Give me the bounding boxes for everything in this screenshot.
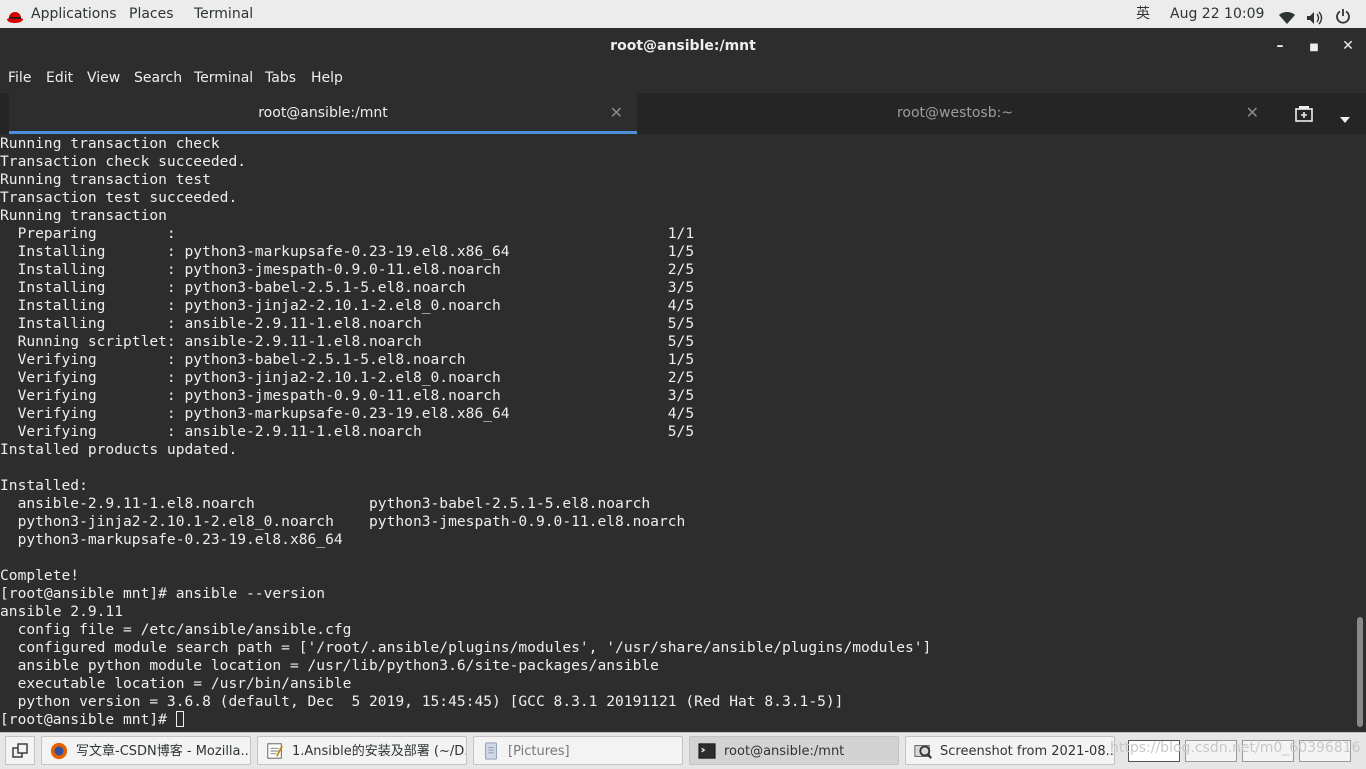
terminal-output[interactable]: Running transaction check Transaction che…	[0, 134, 1352, 731]
terminal-prompt-line[interactable]: [root@ansible mnt]#	[0, 711, 1352, 729]
tab-menu-button[interactable]	[1339, 109, 1351, 128]
window-title: root@ansible:/mnt	[610, 38, 756, 54]
power-icon[interactable]	[1335, 6, 1351, 24]
terminal-icon	[698, 743, 716, 759]
wifi-icon[interactable]	[1278, 7, 1296, 24]
terminal-line: Verifying : python3-markupsafe-0.23-19.e…	[0, 405, 695, 422]
terminal-line: Installing : python3-markupsafe-0.23-19.…	[0, 243, 695, 260]
terminal-line: python3-markupsafe-0.23-19.el8.x86_64	[0, 531, 343, 548]
taskbar-item-label: Screenshot from 2021-08...	[940, 744, 1115, 759]
close-window-button[interactable]: ✕	[1333, 28, 1363, 64]
terminal-line: Installing : ansible-2.9.11-1.el8.noarch…	[0, 315, 695, 332]
top-panel: Applications Places Terminal 英 Aug 22 10…	[0, 0, 1366, 28]
file-manager-icon	[485, 742, 497, 760]
terminal-line: Verifying : python3-jinja2-2.10.1-2.el8_…	[0, 369, 695, 386]
terminal-line: ansible 2.9.11	[0, 603, 124, 620]
minimize-icon: –	[1276, 38, 1284, 54]
terminal-line: Preparing : 1/1	[0, 225, 695, 242]
image-viewer-icon	[914, 745, 932, 759]
terminal-line: Installing : python3-babel-2.5.1-5.el8.n…	[0, 279, 695, 296]
text-cursor	[175, 711, 184, 727]
taskbar-item-screenshot[interactable]: Screenshot from 2021-08...	[905, 736, 1115, 765]
terminal-line: Running transaction	[0, 207, 167, 224]
terminal-line: Installing : python3-jmespath-0.9.0-11.e…	[0, 261, 695, 278]
terminal-line: executable location = /usr/bin/ansible	[0, 675, 352, 692]
close-icon: ✕	[1342, 38, 1354, 54]
terminal-line: ansible python module location = /usr/li…	[0, 657, 659, 674]
terminal-line: Installed:	[0, 477, 88, 494]
taskbar-item-label: [Pictures]	[508, 744, 570, 759]
terminal-line: Running scriptlet: ansible-2.9.11-1.el8.…	[0, 333, 695, 350]
terminal-line: Installing : python3-jinja2-2.10.1-2.el8…	[0, 297, 695, 314]
show-desktop-button[interactable]	[5, 736, 35, 765]
menu-tabs[interactable]: Tabs	[265, 64, 296, 93]
terminal-line: [root@ansible mnt]# ansible --version	[0, 585, 326, 602]
terminal-line: Transaction test succeeded.	[0, 189, 238, 206]
terminal-line: Transaction check succeeded.	[0, 153, 247, 170]
terminal-line: python version = 3.6.8 (default, Dec 5 2…	[0, 693, 844, 710]
terminal-line: Running transaction check	[0, 135, 220, 152]
taskbar-item-files[interactable]: [Pictures]	[473, 736, 683, 765]
menu-help[interactable]: Help	[311, 64, 343, 93]
shell-prompt: [root@ansible mnt]#	[0, 711, 176, 728]
new-tab-icon	[1295, 106, 1313, 122]
terminal-line: config file = /etc/ansible/ansible.cfg	[0, 621, 352, 638]
terminal-scrollbar[interactable]	[1352, 134, 1366, 730]
taskbar-item-terminal[interactable]: root@ansible:/mnt	[689, 736, 899, 765]
terminal-line: Verifying : python3-babel-2.5.1-5.el8.no…	[0, 351, 695, 368]
terminal-line: Verifying : ansible-2.9.11-1.el8.noarch …	[0, 423, 695, 440]
tab-label: root@ansible:/mnt	[258, 105, 388, 121]
minimize-button[interactable]: –	[1265, 28, 1295, 64]
tab-westosb[interactable]: root@westosb:~ ✕	[637, 93, 1273, 134]
applications-menu[interactable]: Applications	[31, 0, 117, 28]
menu-bar: File Edit View Search Terminal Tabs Help	[0, 64, 1366, 93]
chevron-down-icon	[1340, 117, 1350, 123]
terminal-line: Complete!	[0, 567, 80, 584]
new-tab-button[interactable]	[1295, 105, 1315, 127]
places-menu[interactable]: Places	[129, 0, 174, 28]
tab-label: root@westosb:~	[896, 105, 1014, 121]
maximize-icon: ■	[1309, 42, 1319, 53]
taskbar-item-firefox[interactable]: 写文章-CSDN博客 - Mozilla...	[41, 736, 251, 765]
input-method-indicator[interactable]: 英	[1136, 0, 1150, 28]
scrollbar-thumb[interactable]	[1357, 617, 1363, 727]
terminal-line: ansible-2.9.11-1.el8.noarch python3-babe…	[0, 495, 651, 512]
terminal-app-menu[interactable]: Terminal	[194, 0, 253, 28]
menu-terminal[interactable]: Terminal	[194, 64, 253, 93]
volume-icon[interactable]	[1306, 7, 1324, 25]
terminal-line: python3-jinja2-2.10.1-2.el8_0.noarch pyt…	[0, 513, 686, 530]
taskbar-item-label: 写文章-CSDN博客 - Mozilla...	[76, 744, 251, 759]
menu-edit[interactable]: Edit	[46, 64, 73, 93]
show-desktop-icon	[12, 743, 28, 758]
redhat-logo-icon	[6, 6, 24, 23]
terminal-line: configured module search path = ['/root/…	[0, 639, 932, 656]
terminal-line: Installed products updated.	[0, 441, 238, 458]
close-tab-icon[interactable]: ✕	[1246, 93, 1259, 133]
firefox-icon	[50, 742, 68, 760]
terminal-line: Verifying : python3-jmespath-0.9.0-11.el…	[0, 387, 695, 404]
menu-view[interactable]: View	[87, 64, 120, 93]
terminal-line: Running transaction test	[0, 171, 211, 188]
close-tab-icon[interactable]: ✕	[610, 93, 623, 133]
taskbar-item-label: root@ansible:/mnt	[724, 744, 845, 759]
tab-bar: root@ansible:/mnt ✕ root@westosb:~ ✕	[0, 93, 1366, 134]
menu-file[interactable]: File	[8, 64, 31, 93]
window-titlebar[interactable]: root@ansible:/mnt – ■ ✕	[0, 28, 1366, 64]
taskbar-item-editor[interactable]: 1.Ansible的安装及部署 (~/D...	[257, 736, 467, 765]
maximize-button[interactable]: ■	[1299, 28, 1329, 64]
text-editor-icon	[267, 743, 284, 759]
menu-search[interactable]: Search	[134, 64, 182, 93]
taskbar-item-label: 1.Ansible的安装及部署 (~/D...	[292, 744, 467, 759]
clock[interactable]: Aug 22 10:09	[1170, 0, 1264, 28]
watermark: https://blog.csdn.net/m0_60396816	[1110, 740, 1361, 756]
tab-ansible[interactable]: root@ansible:/mnt ✕	[9, 93, 637, 134]
